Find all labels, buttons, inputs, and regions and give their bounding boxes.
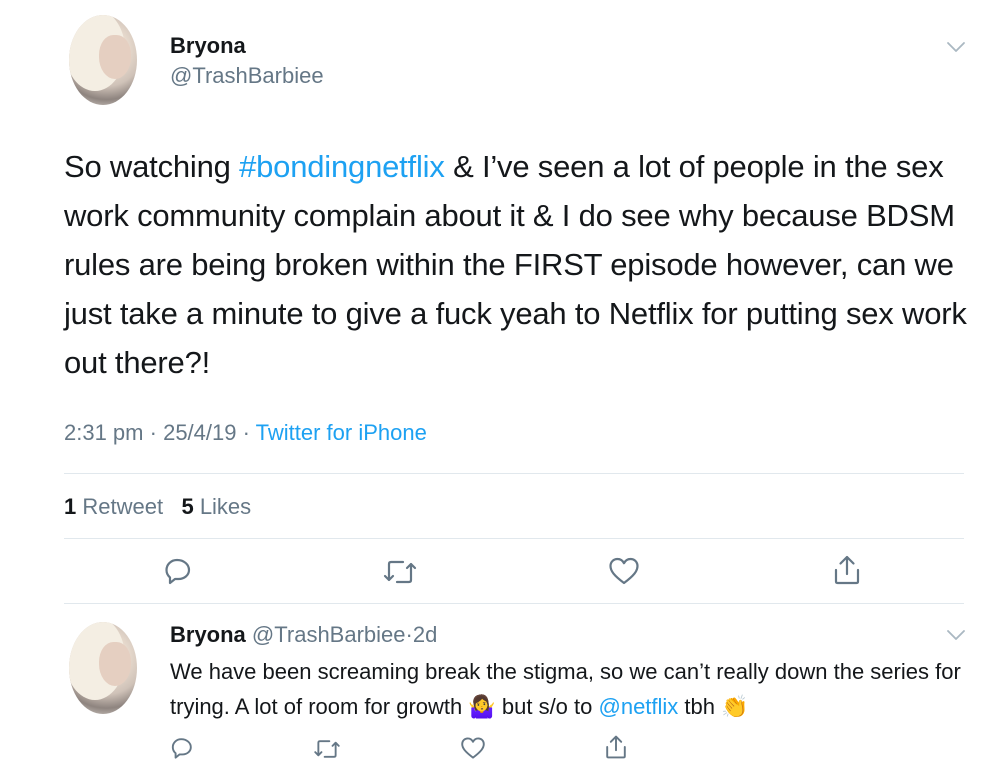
reply-text-part: tbh	[678, 694, 722, 719]
share-icon[interactable]	[832, 554, 862, 586]
mention-link[interactable]: @netflix	[599, 694, 679, 719]
tweet-text: So watching #bondingnetflix & I’ve seen …	[64, 142, 969, 387]
reply-icon[interactable]	[170, 736, 194, 760]
reply-separator: ·	[405, 622, 413, 647]
tweet-time: 2:31 pm	[64, 420, 144, 445]
meta-separator: ·	[149, 420, 157, 445]
divider	[64, 473, 964, 474]
author-name[interactable]: Bryona	[170, 33, 246, 59]
heart-icon[interactable]	[460, 736, 486, 760]
heart-icon[interactable]	[608, 556, 640, 586]
reply-avatar[interactable]	[69, 622, 137, 714]
chevron-down-icon[interactable]	[946, 628, 966, 642]
shrug-emoji: 🤷‍♀️	[468, 694, 496, 719]
reply-author-handle[interactable]: @TrashBarbiee	[252, 622, 406, 647]
retweet-icon[interactable]	[313, 738, 341, 760]
divider	[64, 603, 964, 604]
author-handle[interactable]: @TrashBarbiee	[170, 63, 324, 89]
retweets-stat[interactable]: 1 Retweet	[64, 494, 163, 519]
tweet-date: 25/4/19	[163, 420, 237, 445]
reply-text-part: but s/o to	[495, 694, 599, 719]
meta-separator: ·	[242, 420, 250, 445]
tweet-source-link[interactable]: Twitter for iPhone	[256, 420, 427, 445]
chevron-down-icon[interactable]	[946, 40, 966, 54]
reply-text: We have been screaming break the stigma,…	[170, 654, 970, 724]
reply-header: Bryona @TrashBarbiee·2d	[170, 622, 437, 648]
tweet-stats: 1 Retweet 5 Likes	[64, 494, 251, 520]
share-icon[interactable]	[604, 734, 628, 760]
clap-emoji: 👏	[721, 694, 749, 719]
hashtag-link[interactable]: #bondingnetflix	[239, 149, 445, 184]
tweet-meta: 2:31 pm · 25/4/19 · Twitter for iPhone	[64, 420, 427, 446]
likes-stat[interactable]: 5 Likes	[181, 494, 251, 519]
divider	[64, 538, 964, 539]
retweet-icon[interactable]	[383, 558, 417, 586]
avatar[interactable]	[69, 15, 137, 105]
tweet-text-part: So watching	[64, 149, 240, 184]
reply-author-name[interactable]: Bryona	[170, 622, 246, 647]
reply-age[interactable]: 2d	[413, 622, 437, 647]
reply-icon[interactable]	[163, 556, 193, 586]
